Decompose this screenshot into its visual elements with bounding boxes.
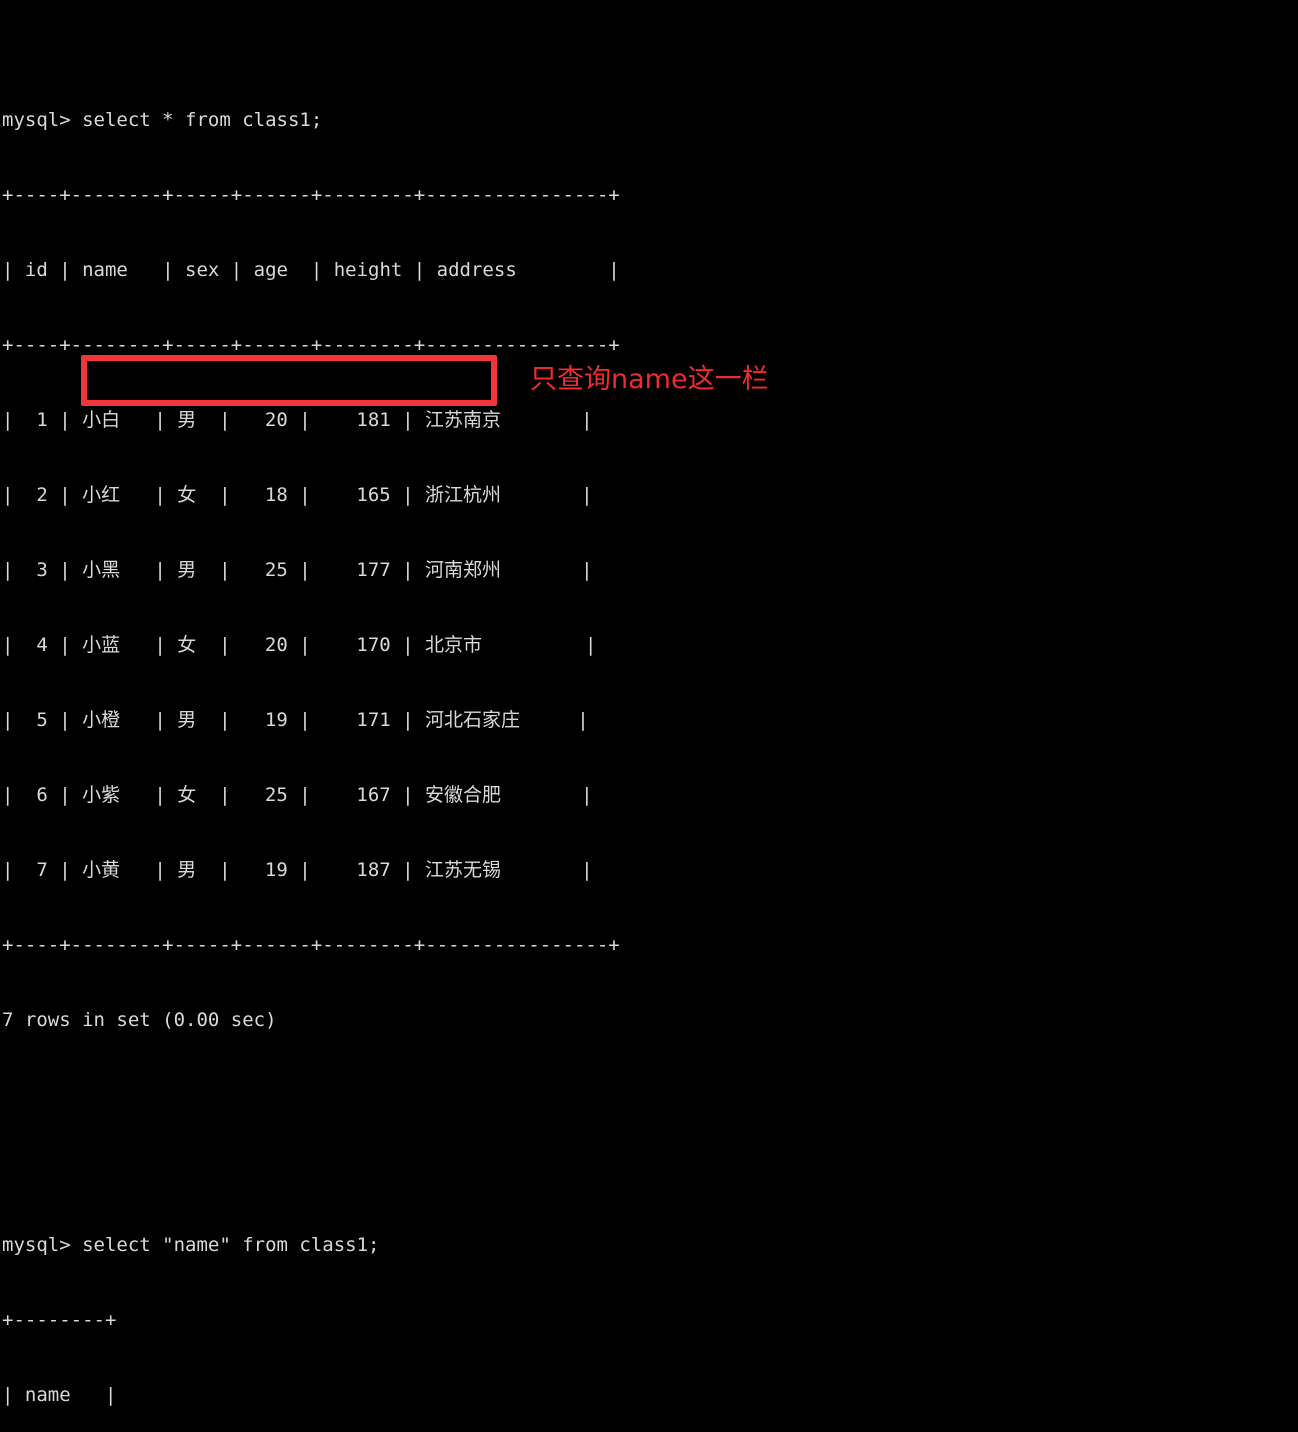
- table1-row: | 4 | 小蓝 | 女 | 20 | 170 | 北京市 |: [2, 634, 597, 656]
- command-line-2: mysql> select "name" from class1;: [2, 1234, 380, 1256]
- table1-row: | 6 | 小紫 | 女 | 25 | 167 | 安徽合肥 |: [2, 784, 593, 806]
- table1-row: | 2 | 小红 | 女 | 18 | 165 | 浙江杭州 |: [2, 484, 593, 506]
- table1-result-status: 7 rows in set (0.00 sec): [2, 1009, 277, 1031]
- terminal-window[interactable]: mysql> select * from class1; +----+-----…: [0, 0, 1298, 1406]
- command-line-1: mysql> select * from class1;: [2, 109, 323, 131]
- table1-row: | 3 | 小黑 | 男 | 25 | 177 | 河南郑州 |: [2, 559, 593, 581]
- table1-row: | 5 | 小橙 | 男 | 19 | 171 | 河北石家庄 |: [2, 709, 589, 731]
- table1-row: | 1 | 小白 | 男 | 20 | 181 | 江苏南京 |: [2, 409, 593, 431]
- table1-separator-top: +----+--------+-----+------+--------+---…: [2, 184, 620, 206]
- table2-separator-top: +--------+: [2, 1309, 117, 1331]
- annotation-label: 只查询name这一栏: [530, 364, 769, 395]
- table1-separator-bottom: +----+--------+-----+------+--------+---…: [2, 934, 620, 956]
- table2-header-row: | name |: [2, 1384, 117, 1406]
- table1-row: | 7 | 小黄 | 男 | 19 | 187 | 江苏无锡 |: [2, 859, 593, 881]
- table1-header-row: | id | name | sex | age | height | addre…: [2, 259, 620, 281]
- table1-separator-header: +----+--------+-----+------+--------+---…: [2, 334, 620, 356]
